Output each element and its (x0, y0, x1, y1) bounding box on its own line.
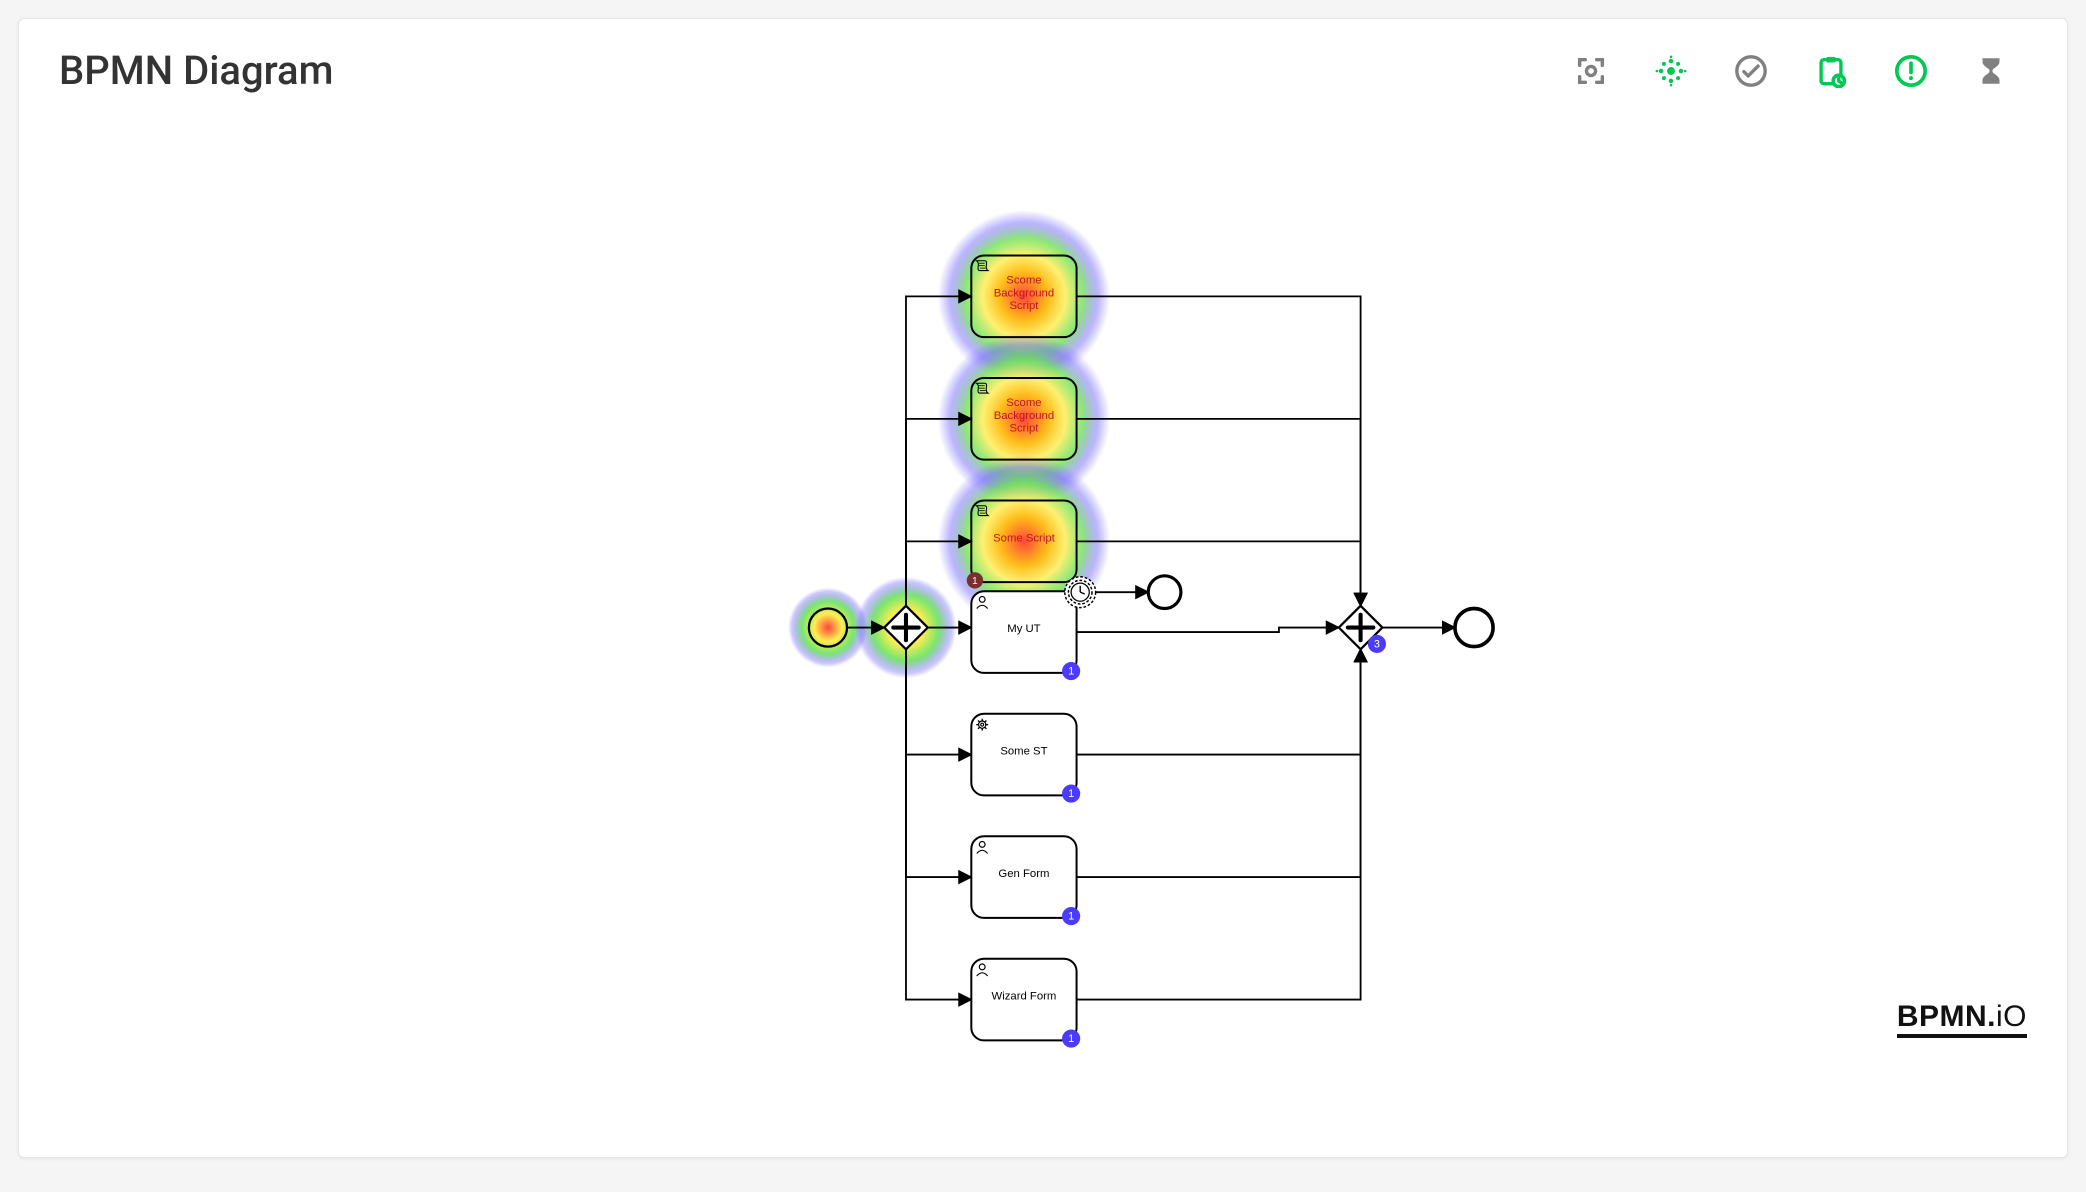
task-t5[interactable]: Some ST 1 (971, 714, 1080, 803)
task-label: My UT (1007, 623, 1040, 635)
overlay-badge: 3 (1374, 639, 1380, 651)
check-icon[interactable] (1733, 53, 1769, 89)
bpmn-svg: 3ScomeBackgroundScriptScomeBackgroundScr… (19, 94, 2067, 1074)
sequence-flow (1077, 649, 1361, 877)
bpmn-io-watermark: BPMN.iO (1897, 1002, 2027, 1038)
sequence-flow (1077, 649, 1361, 754)
task-label: Scome (1006, 397, 1041, 409)
task-t7[interactable]: Wizard Form 1 (971, 959, 1080, 1048)
overlay-badge: 1 (1068, 1033, 1074, 1045)
page-title: BPMN Diagram (59, 47, 333, 94)
task-t6[interactable]: Gen Form 1 (971, 836, 1080, 925)
header: BPMN Diagram (19, 19, 2067, 94)
task-label: Script (1009, 423, 1039, 435)
end-event-boundary[interactable] (1148, 576, 1181, 609)
overlay-badge: 1 (1068, 666, 1074, 678)
sequence-flow (1077, 541, 1361, 605)
task-label: Some Script (993, 532, 1056, 544)
sequence-flow (1077, 296, 1361, 605)
clipboard-clock-icon[interactable] (1813, 53, 1849, 89)
heatmap-icon[interactable] (1653, 53, 1689, 89)
fit-viewport-icon[interactable] (1573, 53, 1609, 89)
task-t1[interactable]: ScomeBackgroundScript (971, 256, 1076, 338)
task-t3[interactable]: Some Script 1 (967, 501, 1077, 589)
sequence-flow (1077, 649, 1361, 999)
sequence-flow (1077, 419, 1361, 606)
task-t2[interactable]: ScomeBackgroundScript (971, 378, 1076, 460)
overlay-badge: 1 (1068, 911, 1074, 923)
task-label: Background (994, 287, 1054, 299)
exclaim-circle-icon[interactable] (1893, 53, 1929, 89)
overlay-badge: 1 (972, 576, 978, 587)
task-label: Some ST (1000, 746, 1047, 758)
hourglass-icon[interactable] (1973, 53, 2009, 89)
boundary-timer-event[interactable] (1065, 577, 1096, 608)
bpmn-canvas[interactable]: 3ScomeBackgroundScriptScomeBackgroundScr… (19, 94, 2067, 1074)
overlay-badge: 1 (1068, 788, 1074, 800)
task-label: Background (994, 410, 1054, 422)
task-label: Wizard Form (992, 991, 1057, 1003)
sequence-flow (906, 649, 971, 877)
task-t4[interactable]: My UT 1 (971, 591, 1080, 680)
sequence-flow (906, 649, 971, 999)
end-event[interactable] (1455, 609, 1493, 647)
task-label: Gen Form (998, 868, 1049, 880)
parallel-gateway-close[interactable]: 3 (1339, 606, 1386, 653)
sequence-flow (1077, 628, 1339, 633)
task-label: Scome (1006, 275, 1041, 287)
task-label: Script (1009, 300, 1039, 312)
toolbar (1573, 53, 2027, 89)
diagram-card: BPMN Diagram (18, 18, 2068, 1158)
